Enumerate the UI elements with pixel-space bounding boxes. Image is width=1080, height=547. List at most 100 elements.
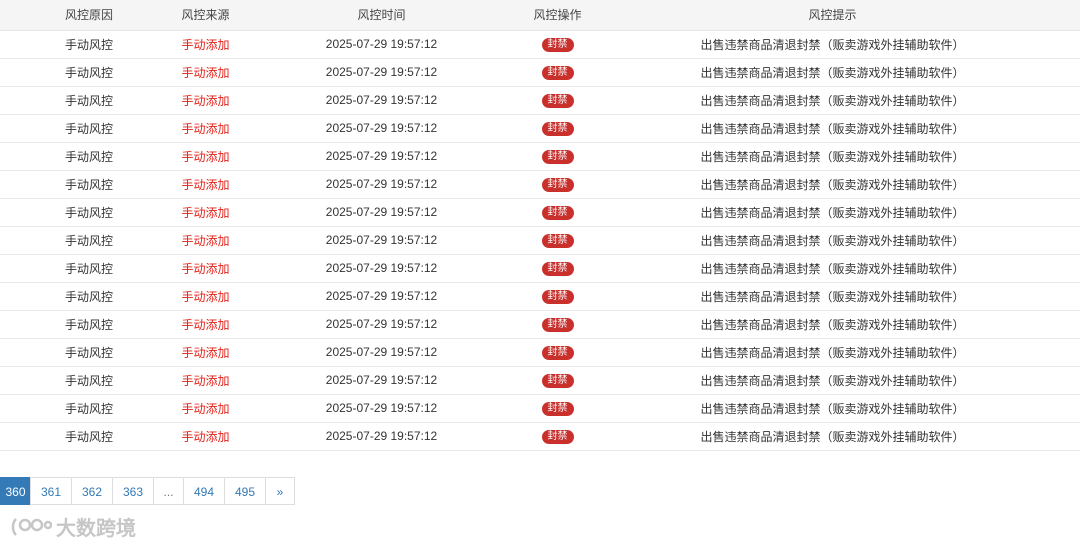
cell-source: 手动添加 bbox=[178, 366, 233, 395]
cell-time: 2025-07-29 19:57:12 bbox=[233, 30, 530, 59]
watermark: 大数跨境 bbox=[10, 512, 136, 541]
watermark-text: 大数跨境 bbox=[56, 518, 136, 540]
cell-reason: 手动风控 bbox=[0, 422, 178, 451]
cell-time: 2025-07-29 19:57:12 bbox=[233, 366, 530, 395]
page-361[interactable]: 361 bbox=[30, 477, 72, 505]
cell-time: 2025-07-29 19:57:12 bbox=[233, 394, 530, 423]
cell-reason: 手动风控 bbox=[0, 394, 178, 423]
cell-reason: 手动风控 bbox=[0, 86, 178, 115]
table-row: 手动风控 手动添加 2025-07-29 19:57:12 封禁 出售违禁商品清退封禁（… bbox=[0, 310, 1080, 339]
cell-time: 2025-07-29 19:57:12 bbox=[233, 422, 530, 451]
cell-reason: 手动风控 bbox=[0, 310, 178, 339]
cell-tip: 出售违禁商品清退封禁（贩卖游戏外挂辅助软件） bbox=[585, 338, 1080, 367]
cell-time: 2025-07-29 19:57:12 bbox=[233, 254, 530, 283]
pagination-ellipsis: ... bbox=[153, 477, 184, 505]
table-row: 手动风控 手动添加 2025-07-29 19:57:12 封禁 出售违禁商品清退封禁（… bbox=[0, 30, 1080, 59]
cell-source: 手动添加 bbox=[178, 114, 233, 143]
ban-badge: 封禁 bbox=[541, 346, 574, 360]
cell-source: 手动添加 bbox=[178, 254, 233, 283]
ban-badge: 封禁 bbox=[541, 94, 574, 108]
cell-source: 手动添加 bbox=[178, 30, 233, 59]
table-row: 手动风控 手动添加 2025-07-29 19:57:12 封禁 出售违禁商品清退封禁（… bbox=[0, 198, 1080, 227]
ban-badge: 封禁 bbox=[541, 206, 574, 220]
page-360[interactable]: 360 bbox=[0, 477, 31, 505]
brand-logo-icon bbox=[10, 515, 52, 539]
header-tip: 风控提示 bbox=[585, 0, 1080, 31]
cell-time: 2025-07-29 19:57:12 bbox=[233, 170, 530, 199]
ban-badge: 封禁 bbox=[541, 402, 574, 416]
ban-badge: 封禁 bbox=[541, 290, 574, 304]
next-page-button[interactable]: » bbox=[265, 477, 295, 505]
table-body: 手动风控 手动添加 2025-07-29 19:57:12 封禁 出售违禁商品清退封禁（… bbox=[0, 30, 1080, 451]
cell-reason: 手动风控 bbox=[0, 114, 178, 143]
page-362[interactable]: 362 bbox=[71, 477, 113, 505]
header-action: 风控操作 bbox=[530, 0, 585, 31]
cell-time: 2025-07-29 19:57:12 bbox=[233, 338, 530, 367]
cell-action: 封禁 bbox=[530, 58, 585, 87]
cell-tip: 出售违禁商品清退封禁（贩卖游戏外挂辅助软件） bbox=[585, 170, 1080, 199]
cell-source: 手动添加 bbox=[178, 282, 233, 311]
cell-tip: 出售违禁商品清退封禁（贩卖游戏外挂辅助软件） bbox=[585, 114, 1080, 143]
cell-action: 封禁 bbox=[530, 86, 585, 115]
ban-badge: 封禁 bbox=[541, 38, 574, 52]
cell-source: 手动添加 bbox=[178, 226, 233, 255]
cell-time: 2025-07-29 19:57:12 bbox=[233, 282, 530, 311]
cell-time: 2025-07-29 19:57:12 bbox=[233, 226, 530, 255]
cell-tip: 出售违禁商品清退封禁（贩卖游戏外挂辅助软件） bbox=[585, 282, 1080, 311]
cell-reason: 手动风控 bbox=[0, 58, 178, 87]
cell-tip: 出售违禁商品清退封禁（贩卖游戏外挂辅助软件） bbox=[585, 198, 1080, 227]
cell-action: 封禁 bbox=[530, 170, 585, 199]
cell-tip: 出售违禁商品清退封禁（贩卖游戏外挂辅助软件） bbox=[585, 422, 1080, 451]
ban-badge: 封禁 bbox=[541, 234, 574, 248]
header-reason: 风控原因 bbox=[0, 0, 178, 31]
table-row: 手动风控 手动添加 2025-07-29 19:57:12 封禁 出售违禁商品清退封禁（… bbox=[0, 142, 1080, 171]
table-row: 手动风控 手动添加 2025-07-29 19:57:12 封禁 出售违禁商品清退封禁（… bbox=[0, 254, 1080, 283]
table-row: 手动风控 手动添加 2025-07-29 19:57:12 封禁 出售违禁商品清退封禁（… bbox=[0, 58, 1080, 87]
page-494[interactable]: 494 bbox=[183, 477, 225, 505]
cell-action: 封禁 bbox=[530, 394, 585, 423]
cell-source: 手动添加 bbox=[178, 170, 233, 199]
cell-reason: 手动风控 bbox=[0, 30, 178, 59]
cell-action: 封禁 bbox=[530, 282, 585, 311]
cell-time: 2025-07-29 19:57:12 bbox=[233, 58, 530, 87]
table-row: 手动风控 手动添加 2025-07-29 19:57:12 封禁 出售违禁商品清退封禁（… bbox=[0, 366, 1080, 395]
ban-badge: 封禁 bbox=[541, 374, 574, 388]
cell-reason: 手动风控 bbox=[0, 142, 178, 171]
cell-tip: 出售违禁商品清退封禁（贩卖游戏外挂辅助软件） bbox=[585, 394, 1080, 423]
cell-action: 封禁 bbox=[530, 254, 585, 283]
cell-reason: 手动风控 bbox=[0, 338, 178, 367]
cell-action: 封禁 bbox=[530, 366, 585, 395]
page-495[interactable]: 495 bbox=[224, 477, 266, 505]
cell-source: 手动添加 bbox=[178, 422, 233, 451]
cell-tip: 出售违禁商品清退封禁（贩卖游戏外挂辅助软件） bbox=[585, 58, 1080, 87]
cell-time: 2025-07-29 19:57:12 bbox=[233, 310, 530, 339]
cell-tip: 出售违禁商品清退封禁（贩卖游戏外挂辅助软件） bbox=[585, 30, 1080, 59]
ban-badge: 封禁 bbox=[541, 150, 574, 164]
page-363[interactable]: 363 bbox=[112, 477, 154, 505]
cell-reason: 手动风控 bbox=[0, 198, 178, 227]
cell-action: 封禁 bbox=[530, 422, 585, 451]
ban-badge: 封禁 bbox=[541, 66, 574, 80]
ban-badge: 封禁 bbox=[541, 430, 574, 444]
cell-action: 封禁 bbox=[530, 338, 585, 367]
ban-badge: 封禁 bbox=[541, 262, 574, 276]
cell-tip: 出售违禁商品清退封禁（贩卖游戏外挂辅助软件） bbox=[585, 142, 1080, 171]
cell-action: 封禁 bbox=[530, 226, 585, 255]
header-source: 风控来源 bbox=[178, 0, 233, 31]
table-row: 手动风控 手动添加 2025-07-29 19:57:12 封禁 出售违禁商品清退封禁（… bbox=[0, 170, 1080, 199]
table-row: 手动风控 手动添加 2025-07-29 19:57:12 封禁 出售违禁商品清退封禁（… bbox=[0, 114, 1080, 143]
cell-source: 手动添加 bbox=[178, 198, 233, 227]
ban-badge: 封禁 bbox=[541, 318, 574, 332]
table-row: 手动风控 手动添加 2025-07-29 19:57:12 封禁 出售违禁商品清退封禁（… bbox=[0, 422, 1080, 451]
table-header-row: 风控原因 风控来源 风控时间 风控操作 风控提示 bbox=[0, 0, 1080, 31]
cell-action: 封禁 bbox=[530, 114, 585, 143]
cell-tip: 出售违禁商品清退封禁（贩卖游戏外挂辅助软件） bbox=[585, 366, 1080, 395]
cell-source: 手动添加 bbox=[178, 86, 233, 115]
cell-source: 手动添加 bbox=[178, 310, 233, 339]
cell-tip: 出售违禁商品清退封禁（贩卖游戏外挂辅助软件） bbox=[585, 226, 1080, 255]
risk-control-table: 风控原因 风控来源 风控时间 风控操作 风控提示 手动风控 手动添加 2025-07… bbox=[0, 0, 1080, 451]
cell-source: 手动添加 bbox=[178, 394, 233, 423]
cell-reason: 手动风控 bbox=[0, 170, 178, 199]
cell-reason: 手动风控 bbox=[0, 226, 178, 255]
ban-badge: 封禁 bbox=[541, 178, 574, 192]
